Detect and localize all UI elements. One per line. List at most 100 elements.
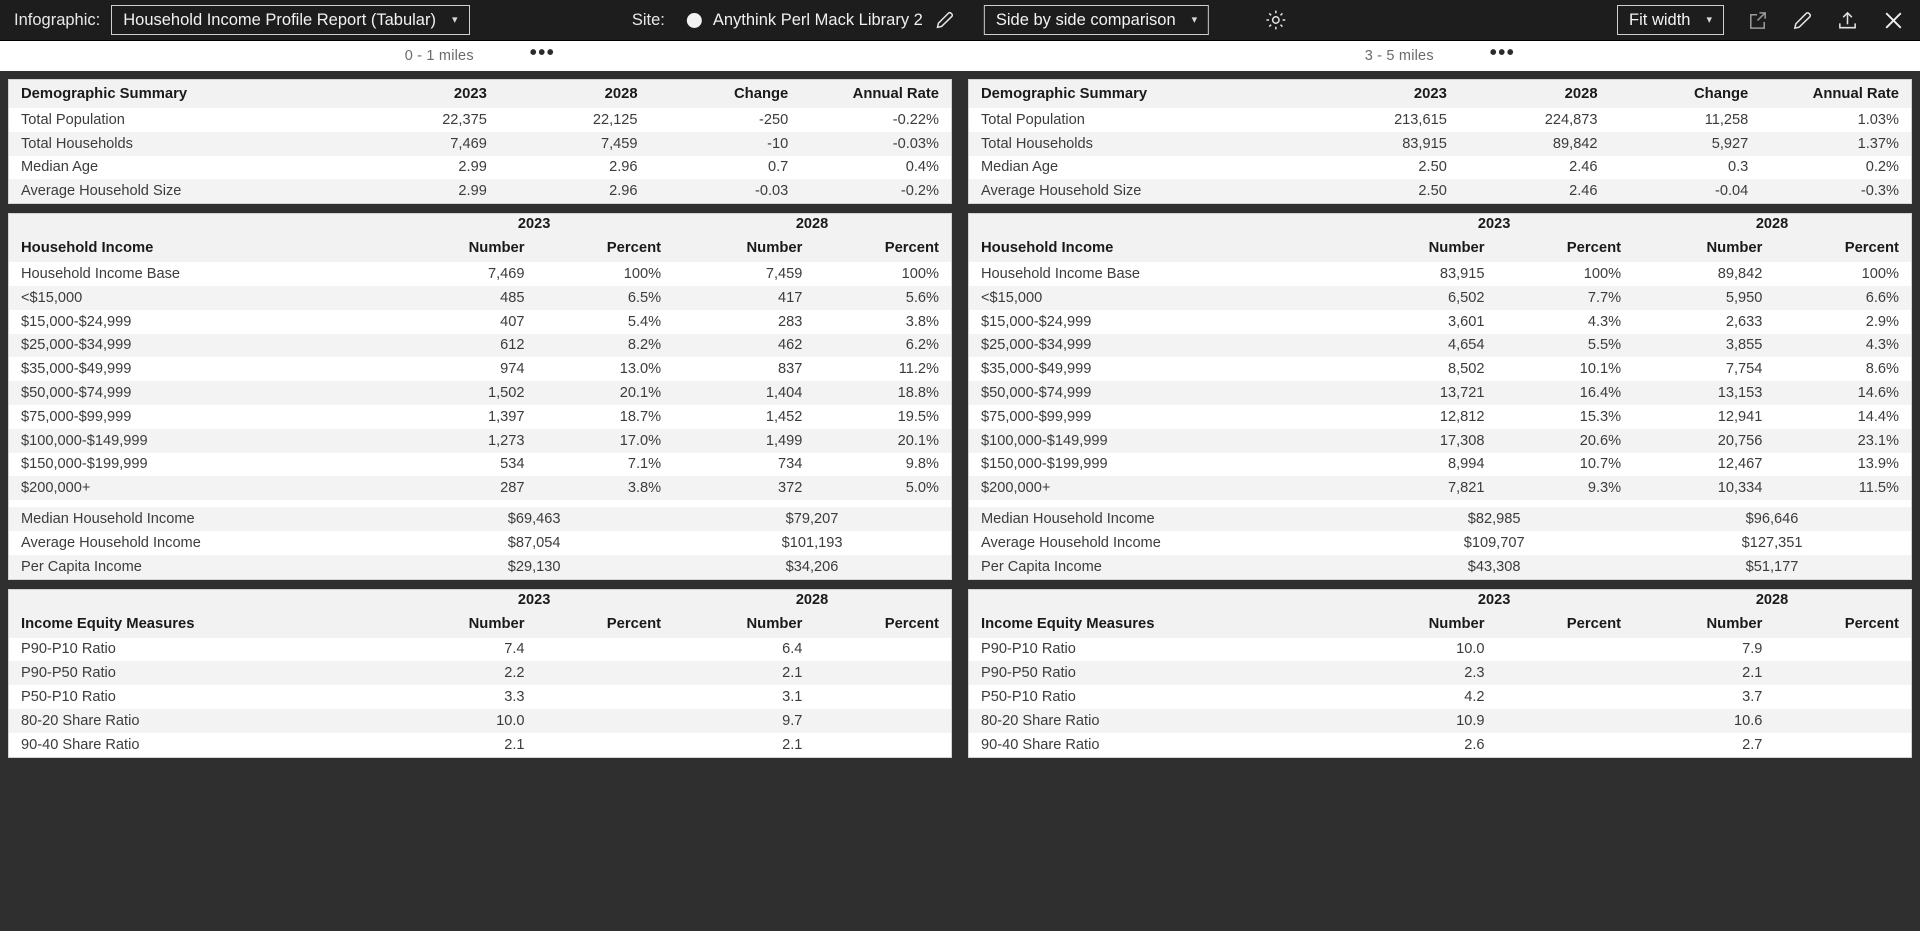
- household-income-card-left: 20232028Household IncomeNumberPercentNum…: [8, 213, 952, 579]
- row-value: -0.22%: [800, 108, 951, 132]
- column-header: Percent: [537, 610, 674, 638]
- table-row: Household Income Base7,469100%7,459100%: [9, 262, 951, 286]
- row-label: $25,000-$34,999: [969, 334, 1355, 358]
- infographic-label: Infographic:: [14, 11, 100, 30]
- row-label: Median Age: [9, 156, 348, 180]
- site-label: Site:: [632, 11, 665, 30]
- row-value: 6.2%: [814, 334, 951, 358]
- table-row: P90-P50 Ratio2.22.1: [9, 661, 951, 685]
- row-label: $15,000-$24,999: [9, 310, 395, 334]
- row-label: Average Household Size: [969, 179, 1308, 203]
- table-row: $200,000+7,8219.3%10,33411.5%: [969, 476, 1911, 500]
- table-row: P90-P50 Ratio2.32.1: [969, 661, 1911, 685]
- row-label: 80-20 Share Ratio: [9, 709, 395, 733]
- income-equity-card-right: 20232028Income Equity MeasuresNumberPerc…: [968, 589, 1912, 758]
- row-value: 4.3%: [1497, 310, 1634, 334]
- row-label: <$15,000: [969, 286, 1355, 310]
- row-label: Household Income Base: [969, 262, 1355, 286]
- row-value: 2.50: [1308, 179, 1459, 203]
- row-label: $50,000-$74,999: [9, 381, 395, 405]
- row-value: [537, 638, 674, 662]
- row-value: [814, 661, 951, 685]
- row-value: 10.7%: [1497, 453, 1634, 477]
- group-header-spacer: [969, 214, 1355, 234]
- row-value: 837: [673, 357, 814, 381]
- row-label: $75,000-$99,999: [969, 405, 1355, 429]
- table-row: $50,000-$74,99913,72116.4%13,15314.6%: [969, 381, 1911, 405]
- row-value: 5.4%: [537, 310, 674, 334]
- band-left-menu-icon[interactable]: •••: [530, 49, 556, 64]
- income-body-right: 20232028Household IncomeNumberPercentNum…: [969, 214, 1911, 578]
- table-row: P90-P10 Ratio7.46.4: [9, 638, 951, 662]
- row-value: 13,153: [1633, 381, 1774, 405]
- comparison-select-value: Side by side comparison: [996, 11, 1176, 30]
- table-header-row: Demographic Summary20232028ChangeAnnual …: [969, 80, 1911, 108]
- row-value: 1,397: [395, 405, 536, 429]
- row-label: P90-P10 Ratio: [9, 638, 395, 662]
- row-label: $150,000-$199,999: [9, 453, 395, 477]
- table-row: 90-40 Share Ratio2.62.7: [969, 733, 1911, 757]
- row-value: 100%: [537, 262, 674, 286]
- spacer-cell: [969, 500, 1911, 507]
- row-value: [537, 709, 674, 733]
- zoom-select[interactable]: Fit width ▾: [1617, 5, 1724, 35]
- row-value: 5,927: [1610, 132, 1761, 156]
- column-header: Percent: [1497, 234, 1634, 262]
- row-value: 13.9%: [1774, 453, 1911, 477]
- income-equity-card-left: 20232028Income Equity MeasuresNumberPerc…: [8, 589, 952, 758]
- table-header-row: Household IncomeNumberPercentNumberPerce…: [969, 234, 1911, 262]
- row-value: 20.1%: [537, 381, 674, 405]
- edit-site-pencil-icon[interactable]: [934, 9, 956, 31]
- row-value: 462: [673, 334, 814, 358]
- row-label: 90-40 Share Ratio: [969, 733, 1355, 757]
- band-right-menu-icon[interactable]: •••: [1490, 49, 1516, 64]
- table-row: $35,000-$49,99997413.0%83711.2%: [9, 357, 951, 381]
- table-row: $150,000-$199,9998,99410.7%12,46713.9%: [969, 453, 1911, 477]
- row-value: 20.6%: [1497, 429, 1634, 453]
- row-value: 974: [395, 357, 536, 381]
- summary-value: $109,707: [1355, 531, 1633, 555]
- column-header: Demographic Summary: [969, 80, 1308, 108]
- table-group-header-row: 20232028: [9, 590, 951, 610]
- row-value: 3,855: [1633, 334, 1774, 358]
- column-header: Number: [395, 234, 536, 262]
- row-value: 2.3: [1355, 661, 1496, 685]
- summary-value: $127,351: [1633, 531, 1911, 555]
- row-value: [814, 685, 951, 709]
- panel-left: Demographic Summary20232028ChangeAnnual …: [8, 79, 952, 931]
- infographic-select[interactable]: Household Income Profile Report (Tabular…: [111, 5, 469, 35]
- summary-value: $29,130: [395, 555, 673, 579]
- row-value: 1,452: [673, 405, 814, 429]
- row-label: $75,000-$99,999: [9, 405, 395, 429]
- row-label: $200,000+: [9, 476, 395, 500]
- comparison-select[interactable]: Side by side comparison ▾: [984, 5, 1209, 35]
- row-value: -250: [650, 108, 801, 132]
- group-header-cell: 2023: [395, 590, 673, 610]
- row-value: 3.8%: [537, 476, 674, 500]
- share-export-icon[interactable]: [1746, 9, 1769, 32]
- row-value: 100%: [814, 262, 951, 286]
- close-icon[interactable]: [1881, 8, 1906, 33]
- row-value: 3.1: [673, 685, 814, 709]
- chevron-down-icon: ▾: [452, 15, 458, 26]
- table-row: Total Households83,91589,8425,9271.37%: [969, 132, 1911, 156]
- gear-icon[interactable]: [1264, 8, 1288, 32]
- column-header: Number: [395, 610, 536, 638]
- upload-icon[interactable]: [1836, 9, 1859, 32]
- row-value: 1,273: [395, 429, 536, 453]
- row-value: 6.5%: [537, 286, 674, 310]
- edit-pencil-icon[interactable]: [1791, 9, 1814, 32]
- summary-value: $43,308: [1355, 555, 1633, 579]
- table-row: $150,000-$199,9995347.1%7349.8%: [9, 453, 951, 477]
- demographic-summary-table-left: Demographic Summary20232028ChangeAnnual …: [9, 80, 951, 203]
- row-value: 3.7: [1633, 685, 1774, 709]
- row-value: 10.1%: [1497, 357, 1634, 381]
- row-value: 1.03%: [1760, 108, 1911, 132]
- column-header: Income Equity Measures: [9, 610, 395, 638]
- column-header: 2023: [1308, 80, 1459, 108]
- demographic-body-left: Demographic Summary20232028ChangeAnnual …: [9, 80, 951, 203]
- row-value: 0.4%: [800, 156, 951, 180]
- table-header-row: Household IncomeNumberPercentNumberPerce…: [9, 234, 951, 262]
- summary-row: Per Capita Income$43,308$51,177: [969, 555, 1911, 579]
- row-label: Average Household Size: [9, 179, 348, 203]
